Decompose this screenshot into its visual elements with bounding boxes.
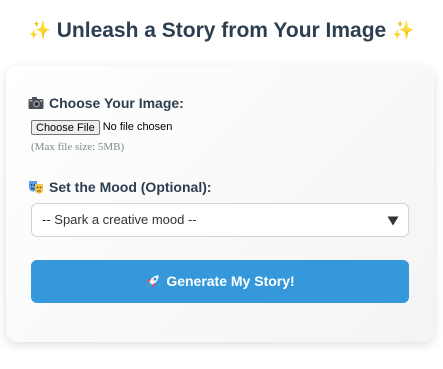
sparkle-icon: ✨: [28, 20, 51, 40]
choose-file-button[interactable]: Choose File: [31, 120, 100, 135]
mood-label: Set the Mood (Optional):: [28, 178, 212, 196]
camera-icon: [28, 97, 44, 109]
dropdown-arrow-icon: [387, 216, 399, 226]
file-status: No file chosen: [102, 121, 173, 133]
page-title-text: Unleash a Story from Your Image: [56, 19, 387, 42]
image-label: Choose Your Image:: [28, 94, 184, 112]
file-size-hint: (Max file size: 5MB): [31, 141, 125, 153]
theater-masks-icon: [29, 181, 43, 194]
image-label-text: Choose Your Image:: [49, 95, 184, 111]
rocket-icon: [146, 275, 159, 288]
page-title: ✨ Unleash a Story from Your Image ✨: [0, 15, 443, 46]
mood-select-value: -- Spark a creative mood --: [42, 212, 197, 227]
mood-label-text: Set the Mood (Optional):: [49, 179, 212, 195]
file-input[interactable]: Choose File No file chosen: [31, 120, 172, 136]
generate-story-button[interactable]: Generate My Story!: [31, 260, 409, 303]
mood-select[interactable]: -- Spark a creative mood --: [31, 203, 409, 237]
generate-story-label: Generate My Story!: [166, 273, 295, 289]
page: ✨ Unleash a Story from Your Image ✨ Choo…: [0, 0, 443, 369]
sparkle-icon: ✨: [392, 20, 415, 40]
